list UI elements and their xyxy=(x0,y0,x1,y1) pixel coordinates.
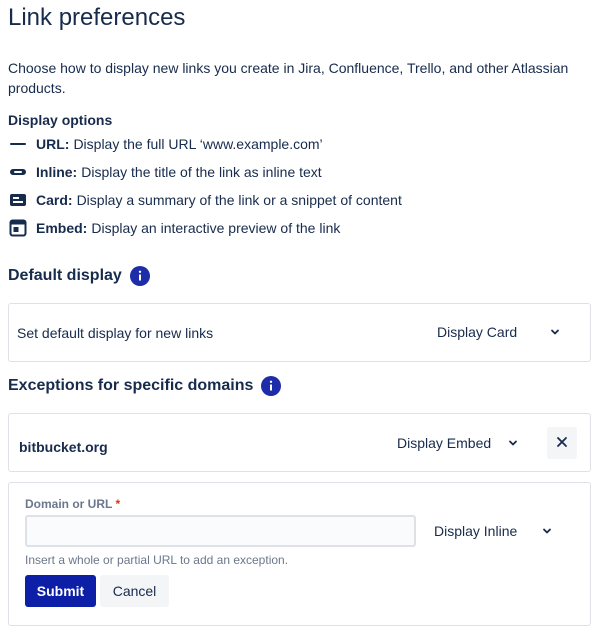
remove-exception-button[interactable] xyxy=(547,427,577,459)
add-exception-form: Domain or URL * Display Inline Insert a … xyxy=(8,482,591,626)
default-display-heading: Default display xyxy=(8,266,150,286)
chevron-down-icon xyxy=(505,435,521,451)
page-title: Link preferences xyxy=(8,4,186,31)
cancel-button[interactable]: Cancel xyxy=(100,575,169,607)
option-text: Display a summary of the link or a snipp… xyxy=(76,192,402,208)
display-option-embed: Embed: Display an interactive preview of… xyxy=(8,218,340,238)
option-name: Card: xyxy=(36,192,73,208)
default-display-select[interactable]: Display Card xyxy=(437,324,563,340)
option-name: URL: xyxy=(36,136,70,152)
domain-input[interactable] xyxy=(25,515,416,547)
option-name: Inline: xyxy=(36,164,78,180)
chevron-down-icon xyxy=(539,523,555,539)
card-icon xyxy=(8,190,28,210)
required-mark: * xyxy=(115,497,121,511)
display-option-url: URL: Display the full URL ‘www.example.c… xyxy=(8,134,323,154)
exceptions-heading: Exceptions for specific domains xyxy=(8,376,282,396)
default-display-label: Set default display for new links xyxy=(17,325,214,341)
select-value: Display Embed xyxy=(397,435,492,451)
page-description: Choose how to display new links you crea… xyxy=(8,60,569,96)
domain-helper-text: Insert a whole or partial URL to add an … xyxy=(25,553,289,567)
exceptions-heading-text: Exceptions for specific domains xyxy=(8,377,254,394)
select-value: Display Card xyxy=(437,324,518,340)
option-text: Display the title of the link as inline … xyxy=(81,164,322,180)
domain-field-label: Domain or URL * xyxy=(25,497,120,511)
url-icon xyxy=(8,134,28,154)
inline-icon xyxy=(8,162,28,182)
close-icon xyxy=(556,436,568,451)
option-text: Display an interactive preview of the li… xyxy=(91,220,341,236)
info-icon[interactable] xyxy=(129,266,150,286)
exception-display-select[interactable]: Display Embed xyxy=(397,435,521,451)
display-option-card: Card: Display a summary of the link or a… xyxy=(8,190,402,210)
display-options-heading: Display options xyxy=(8,112,113,128)
new-exception-display-select[interactable]: Display Inline xyxy=(434,523,555,539)
exception-row: bitbucket.org Display Embed xyxy=(8,413,591,472)
option-text: Display the full URL ‘www.example.com’ xyxy=(73,136,323,152)
submit-button[interactable]: Submit xyxy=(25,575,96,607)
default-display-heading-text: Default display xyxy=(8,267,122,284)
embed-icon xyxy=(8,218,28,238)
display-option-inline: Inline: Display the title of the link as… xyxy=(8,162,322,182)
default-display-card: Set default display for new links Displa… xyxy=(8,303,591,362)
exception-domain: bitbucket.org xyxy=(19,439,108,455)
domain-field-label-text: Domain or URL xyxy=(25,497,113,511)
option-name: Embed: xyxy=(36,220,88,236)
info-icon[interactable] xyxy=(261,376,282,396)
chevron-down-icon xyxy=(547,324,563,340)
select-value: Display Inline xyxy=(434,523,518,539)
